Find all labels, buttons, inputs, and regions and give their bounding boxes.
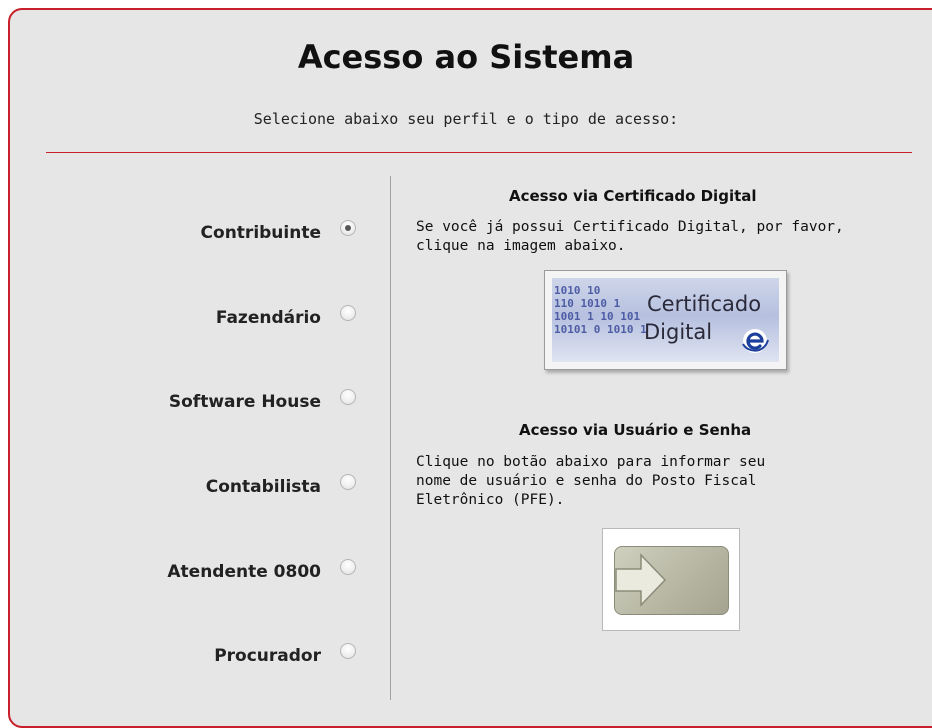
profile-label-software-house[interactable]: Software House [169, 390, 321, 414]
certificado-title: Acesso via Certificado Digital [509, 187, 757, 205]
profile-radio-software-house[interactable] [340, 389, 356, 405]
profile-label-procurador[interactable]: Procurador [214, 644, 321, 668]
divider-horizontal [46, 152, 912, 153]
profile-radio-contabilista[interactable] [340, 474, 356, 490]
login-button-face [614, 546, 729, 615]
certificado-desc-line2: clique na imagem abaixo. [416, 238, 626, 254]
usuario-desc-line2: nome de usuário e senha do Posto Fiscal [416, 473, 757, 489]
profile-label-contabilista[interactable]: Contabilista [206, 475, 321, 499]
e-cert-logo-icon [742, 329, 769, 353]
usuario-senha-button[interactable] [602, 528, 740, 631]
certificado-digital-image: 1010 10 110 1010 1 1001 1 10 101 10101 0 10… [552, 278, 779, 362]
certificado-button-text-2: Digital [644, 320, 713, 344]
page-title: Acesso ao Sistema [297, 38, 635, 76]
profile-radio-procurador[interactable] [340, 643, 356, 659]
certificado-desc-line1: Se você já possui Certificado Digital, p… [416, 219, 844, 235]
profile-radio-atendente-0800[interactable] [340, 559, 356, 575]
profile-label-contribuinte[interactable]: Contribuinte [201, 221, 321, 245]
divider-vertical [390, 176, 391, 700]
usuario-desc-line1: Clique no botão abaixo para informar seu [416, 454, 766, 470]
usuario-desc-line3: Eletrônico (PFE). [416, 492, 565, 508]
profile-label-fazendario[interactable]: Fazendário [216, 306, 321, 330]
certificado-button-text-1: Certificado [647, 292, 762, 316]
page-subtitle: Selecione abaixo seu perfil e o tipo de … [253, 110, 679, 128]
profile-radio-fazendario[interactable] [340, 305, 356, 321]
profile-label-atendente-0800[interactable]: Atendente 0800 [167, 560, 321, 584]
binary-pattern-icon: 1010 10 110 1010 1 1001 1 10 101 10101 0 10… [554, 284, 647, 336]
profile-radio-contribuinte[interactable] [340, 220, 356, 236]
usuario-title: Acesso via Usuário e Senha [519, 421, 752, 439]
arrow-right-icon [615, 553, 667, 607]
certificado-digital-button[interactable]: 1010 10 110 1010 1 1001 1 10 101 10101 0 10… [544, 270, 787, 370]
